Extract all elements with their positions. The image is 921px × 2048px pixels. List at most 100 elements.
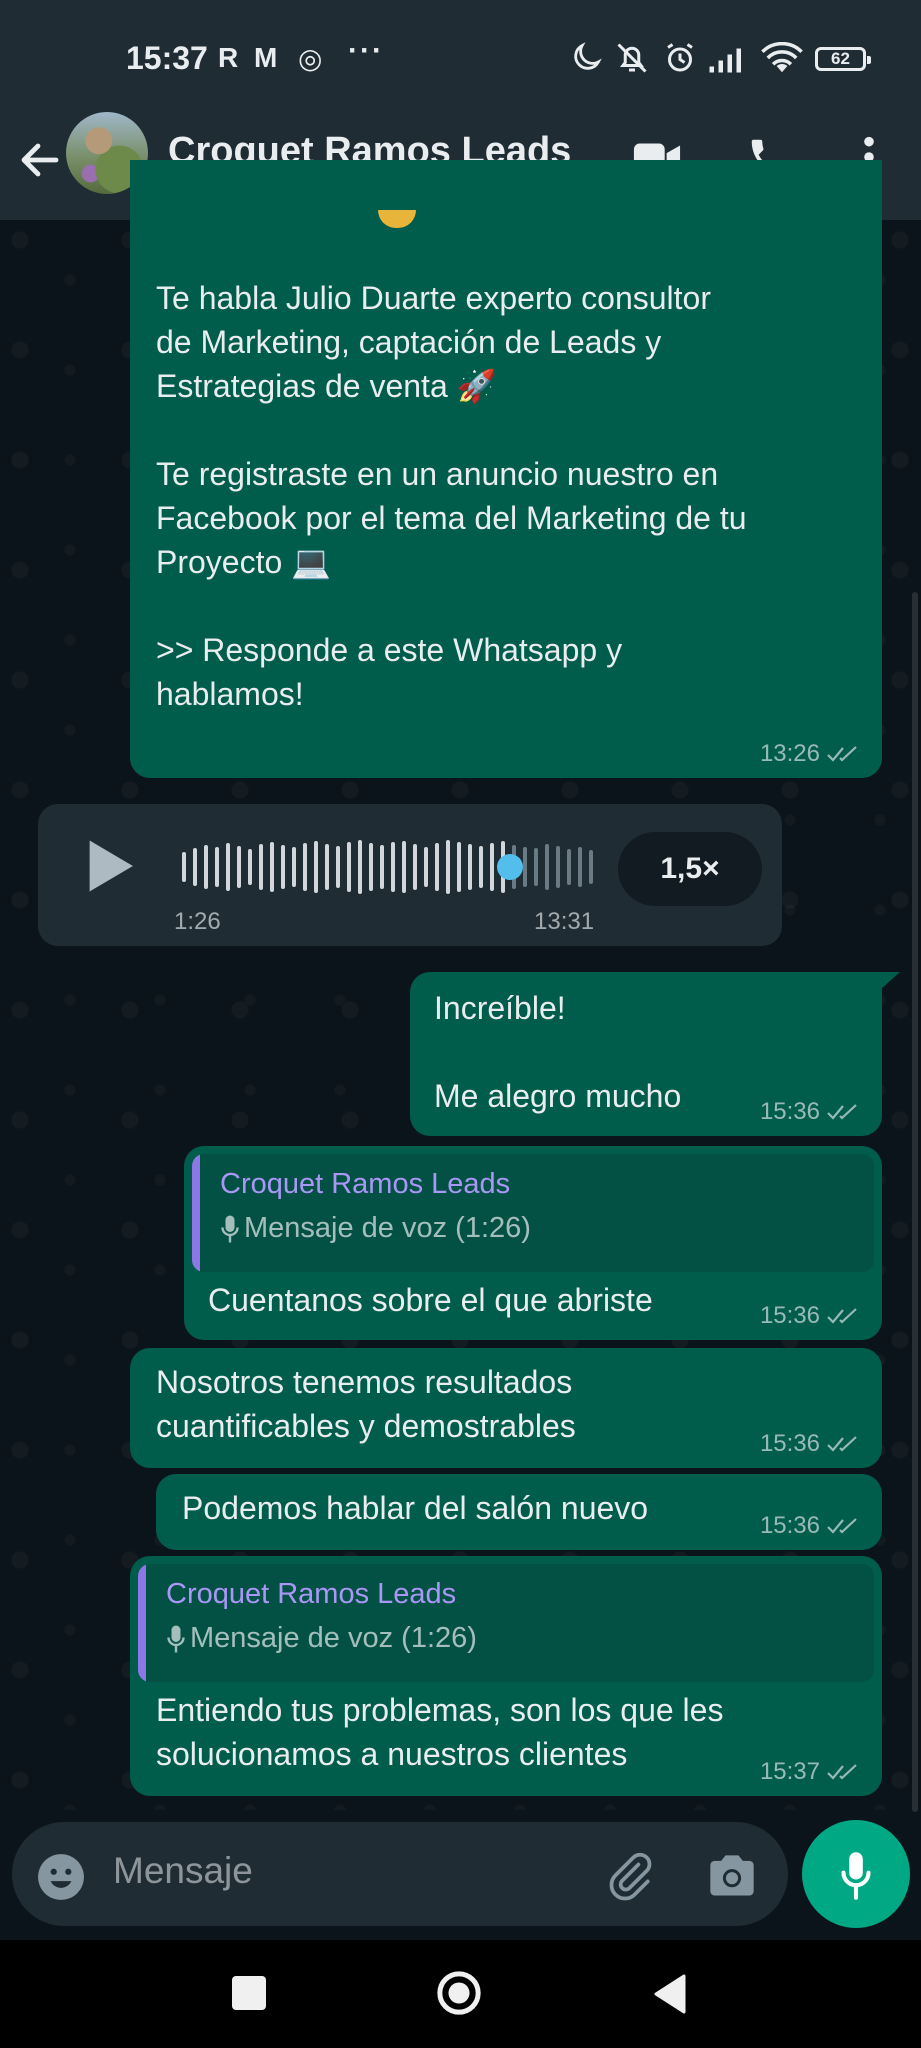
waveform-bar [358, 840, 362, 894]
quoted-text: Mensaje de voz (1:26) [190, 1622, 477, 1654]
playback-position-handle[interactable] [497, 854, 523, 880]
message-time: 15:36 [759, 1430, 820, 1457]
waveform-bar [446, 840, 450, 894]
waveform-bar [182, 852, 186, 882]
quoted-text: Mensaje de voz (1:26) [244, 1212, 531, 1244]
waveform-bar [292, 847, 296, 887]
microphone-icon [221, 1215, 239, 1242]
outgoing-reply-bubble[interactable]: Croquet Ramos Leads Mensaje de voz (1:26… [184, 1146, 882, 1340]
microphone-icon [167, 1625, 185, 1652]
status-bar: 15:37 R M ◎ ··· 62 [0, 0, 921, 120]
chat-scrollbar[interactable] [912, 592, 918, 1812]
do-not-disturb-moon-icon [574, 42, 602, 70]
quote-accent-bar [138, 1564, 146, 1682]
waveform-bar [226, 843, 230, 891]
message-text: Increíble! Me alegro mucho [434, 990, 682, 1114]
waveform-bar [490, 843, 494, 891]
waveform-bar [347, 842, 351, 892]
message-text: Entiendo tus problemas, son los que les … [156, 1692, 724, 1772]
outgoing-message-bubble[interactable]: Te habla Julio Duarte experto consultor … [130, 160, 882, 778]
waveform-bar [193, 848, 197, 886]
double-check-icon [827, 1104, 857, 1120]
waveform-bar [402, 841, 406, 893]
attach-icon[interactable] [604, 1850, 654, 1902]
waveform-bar [413, 844, 417, 890]
outgoing-message-bubble[interactable]: Increíble! Me alegro mucho 15:36 [410, 972, 882, 1136]
playback-speed-button[interactable]: 1,5× [618, 832, 762, 906]
double-check-icon [827, 1764, 857, 1780]
waveform-bar [391, 842, 395, 892]
wifi-icon [761, 42, 803, 73]
waveform-bar [204, 845, 208, 889]
message-time: 15:36 [759, 1302, 820, 1329]
waveform-bar [369, 843, 373, 891]
home-button[interactable] [436, 1970, 482, 2016]
waveform-bar [578, 847, 582, 887]
message-text: Cuentanos sobre el que abriste [208, 1282, 653, 1318]
quoted-content: Mensaje de voz (1:26) [166, 1622, 477, 1655]
whatsapp-chat-screen: 15:37 R M ◎ ··· 62 Croquet Ramos Leads T… [0, 0, 921, 2048]
outgoing-message-bubble[interactable]: Nosotros tenemos resultados cuantificabl… [130, 1348, 882, 1468]
camera-icon[interactable] [706, 1852, 758, 1900]
waveform-bar [259, 844, 263, 890]
waveform-bar [534, 848, 538, 886]
outgoing-message-bubble[interactable]: Podemos hablar del salón nuevo 15:36 [156, 1474, 882, 1550]
double-check-icon [827, 1308, 857, 1324]
message-text: Te habla Julio Duarte experto consultor … [156, 280, 747, 712]
message-time: 15:36 [759, 1098, 820, 1125]
quoted-message[interactable]: Croquet Ramos Leads Mensaje de voz (1:26… [192, 1154, 874, 1272]
microphone-icon [841, 1852, 871, 1900]
battery-icon: 62 [815, 47, 871, 71]
waveform-bar [248, 849, 252, 885]
quoted-sender: Croquet Ramos Leads [220, 1168, 511, 1200]
emoji-icon[interactable] [36, 1852, 86, 1902]
muted-bell-icon [617, 43, 647, 73]
quote-accent-bar [192, 1154, 200, 1272]
waveform-bar [479, 846, 483, 888]
quoted-sender: Croquet Ramos Leads [166, 1578, 457, 1610]
message-text: Podemos hablar del salón nuevo [182, 1490, 649, 1526]
message-time: 13:26 [759, 740, 820, 767]
gmail-icon: M [254, 42, 278, 73]
instagram-icon: ◎ [298, 43, 323, 74]
message-meta: 15:36 [760, 1098, 862, 1126]
waveform-bar [457, 842, 461, 892]
message-meta: 15:36 [760, 1430, 862, 1458]
alarm-icon [667, 43, 693, 72]
bubble-tail [880, 972, 900, 990]
message-meta: 15:37 [760, 1758, 862, 1786]
more-notifications-icon: ··· [348, 34, 384, 67]
waveform-bar [237, 846, 241, 888]
play-icon[interactable] [84, 838, 136, 894]
message-input[interactable]: Mensaje [113, 1850, 253, 1892]
status-time: 15:37 [126, 40, 208, 76]
message-meta: 13:26 [760, 740, 862, 768]
waveform-bar [281, 845, 285, 889]
quoted-message[interactable]: Croquet Ramos Leads Mensaje de voz (1:26… [138, 1564, 874, 1682]
voice-waveform[interactable] [180, 836, 600, 898]
message-meta: 15:36 [760, 1512, 862, 1540]
back-button[interactable] [652, 1974, 686, 2014]
waveform-bar [435, 843, 439, 891]
message-time: 15:36 [759, 1512, 820, 1539]
voice-duration: 1:26 [174, 908, 221, 935]
message-time: 13:31 [534, 908, 595, 935]
waveform-bar [545, 844, 549, 890]
recents-button[interactable] [232, 1976, 266, 2010]
waveform-bar [325, 844, 329, 890]
double-check-icon [827, 1518, 857, 1534]
waveform-bar [336, 846, 340, 888]
waveform-bar [468, 844, 472, 890]
waveform-bar [215, 847, 219, 887]
double-check-icon [827, 746, 857, 762]
waveform-bar [523, 847, 527, 887]
double-check-icon [827, 1436, 857, 1452]
waveform-bar [380, 845, 384, 889]
message-text: Nosotros tenemos resultados cuantificabl… [156, 1364, 576, 1444]
waveform-bar [424, 847, 428, 887]
outgoing-reply-bubble[interactable]: Croquet Ramos Leads Mensaje de voz (1:26… [130, 1556, 882, 1796]
waveform-bar [567, 849, 571, 885]
waveform-bar [589, 850, 593, 884]
waveform-bar [303, 843, 307, 891]
waveform-bar [270, 842, 274, 892]
